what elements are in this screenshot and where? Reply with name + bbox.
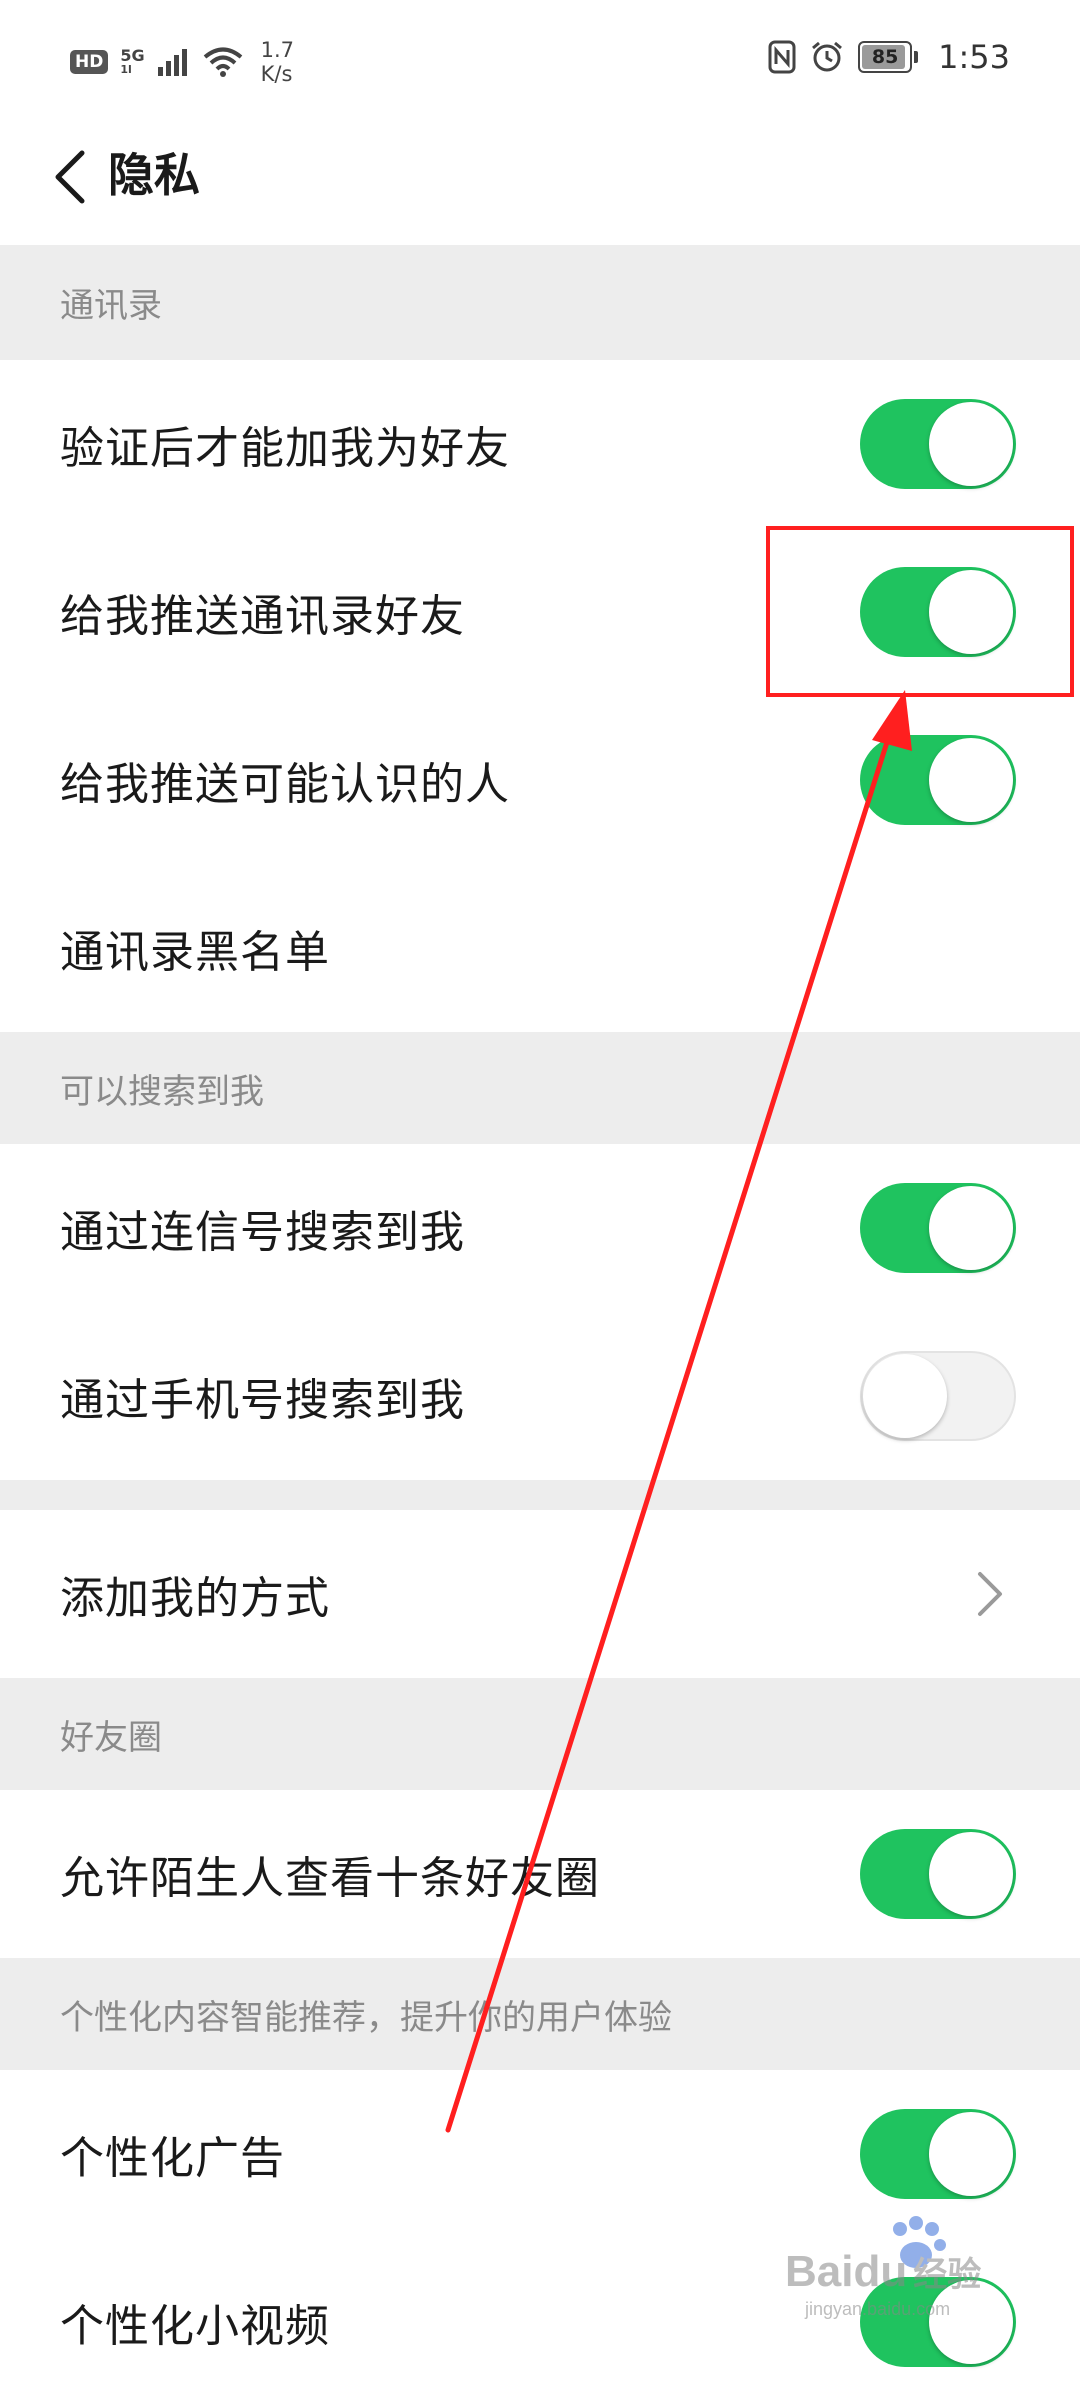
section-divider (0, 1480, 1080, 1510)
battery-indicator: 85 (858, 41, 919, 73)
chevron-right-icon (970, 1564, 1010, 1624)
setting-label: 验证后才能加我为好友 (60, 423, 510, 474)
battery-tip (914, 51, 919, 63)
setting-row-add-methods[interactable]: 添加我的方式 (0, 1510, 1080, 1678)
setting-row-personalized-ads: 个性化广告 (0, 2070, 1080, 2238)
toggle-knob (929, 738, 1013, 822)
section-header-personalize: 个性化内容智能推荐，提升你的用户体验 (0, 1958, 1080, 2070)
setting-label: 通讯录黑名单 (60, 927, 330, 978)
push-maybe-known-toggle[interactable] (860, 735, 1016, 825)
setting-label: 给我推送可能认识的人 (60, 759, 510, 810)
status-time: 1:53 (938, 38, 1010, 76)
setting-row-push-contacts: 给我推送通讯录好友 (0, 528, 1080, 696)
section-header-contacts: 通讯录 (0, 245, 1080, 360)
setting-label: 个性化小视频 (60, 2301, 330, 2352)
back-button[interactable] (40, 142, 100, 212)
network-type: 5G (120, 46, 145, 65)
battery-icon: 85 (858, 41, 913, 73)
toggle-knob (929, 2280, 1013, 2364)
setting-row-search-by-id: 通过连信号搜索到我 (0, 1144, 1080, 1312)
setting-label: 个性化广告 (60, 2133, 285, 2184)
setting-row-stranger-moments: 允许陌生人查看十条好友圈 (0, 1790, 1080, 1958)
verify-friend-toggle[interactable] (860, 399, 1016, 489)
battery-level: 85 (871, 46, 899, 68)
setting-row-verify-friend: 验证后才能加我为好友 (0, 360, 1080, 528)
toggle-knob (929, 1186, 1013, 1270)
setting-row-contacts-blacklist[interactable]: 通讯录黑名单 (0, 864, 1080, 1032)
network-sub: 1l (120, 63, 132, 76)
setting-label: 允许陌生人查看十条好友圈 (60, 1853, 600, 1904)
search-by-id-toggle[interactable] (860, 1183, 1016, 1273)
nav-bar: 隐私 (0, 120, 1080, 245)
section-header-moments: 好友圈 (0, 1678, 1080, 1790)
section-header-search: 可以搜索到我 (0, 1032, 1080, 1144)
status-left: HD 5G 1l 1.7 K/s (70, 38, 294, 86)
setting-label: 添加我的方式 (60, 1573, 330, 1624)
toggle-knob (929, 2112, 1013, 2196)
setting-label: 给我推送通讯录好友 (60, 591, 465, 642)
setting-row-push-maybe-known: 给我推送可能认识的人 (0, 696, 1080, 864)
speed-value: 1.7 (260, 38, 295, 62)
alarm-icon (812, 41, 843, 72)
stranger-moments-toggle[interactable] (860, 1829, 1016, 1919)
setting-row-personalized-videos: 个性化小视频 (0, 2238, 1080, 2406)
personalized-ads-toggle[interactable] (860, 2109, 1016, 2199)
signal-icon (157, 49, 187, 76)
setting-row-search-by-phone: 通过手机号搜索到我 (0, 1312, 1080, 1480)
toggle-knob (929, 570, 1013, 654)
toggle-knob (863, 1354, 947, 1438)
chevron-left-icon (55, 150, 85, 204)
status-bar: HD 5G 1l 1.7 K/s 85 1:53 (0, 0, 1080, 120)
push-contacts-toggle[interactable] (860, 567, 1016, 657)
nfc-icon (768, 40, 796, 74)
toggle-knob (929, 402, 1013, 486)
network-indicator: 5G 1l (120, 48, 144, 76)
setting-label: 通过手机号搜索到我 (60, 1375, 465, 1426)
hd-badge: HD (70, 50, 109, 74)
setting-label: 通过连信号搜索到我 (60, 1207, 465, 1258)
toggle-knob (929, 1832, 1013, 1916)
page-title: 隐私 (108, 148, 200, 202)
wifi-icon (203, 47, 242, 77)
personalized-videos-toggle[interactable] (860, 2277, 1016, 2367)
search-by-phone-toggle[interactable] (860, 1351, 1016, 1441)
speed-unit: K/s (260, 62, 293, 86)
status-right: 85 1:53 (768, 38, 1010, 76)
network-speed: 1.7 K/s (261, 38, 294, 86)
